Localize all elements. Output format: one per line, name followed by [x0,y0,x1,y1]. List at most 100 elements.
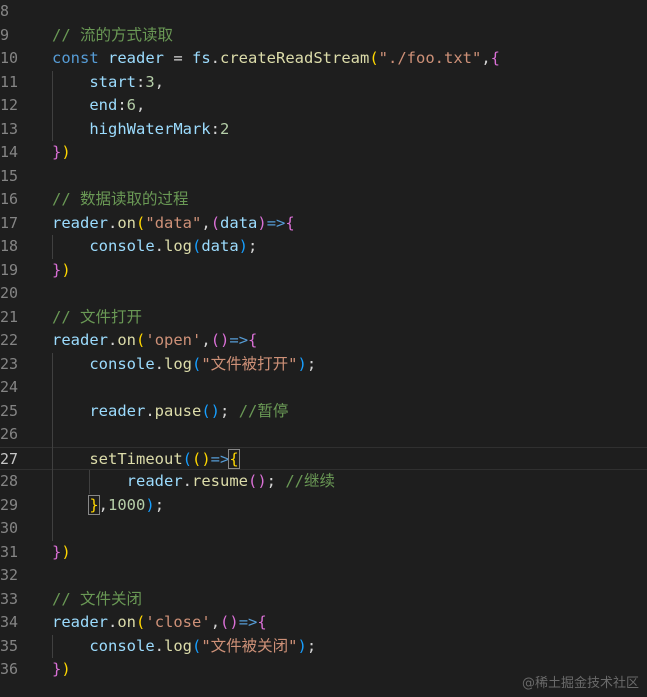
code-token: ; [266,472,286,490]
code-token: => [266,213,286,232]
code-content: }) [52,658,71,682]
code-line[interactable]: 28 reader.resume(); //继续 [0,470,647,494]
line-number: 21 [0,307,19,326]
code-token: . [154,354,164,373]
code-token: createReadStream [220,49,370,67]
code-line[interactable]: 13 highWaterMark:2 [0,118,647,142]
code-line[interactable]: 8 [0,0,647,24]
code-line[interactable]: 34 reader.on('close',()=>{ [0,611,647,635]
code-token: fs [192,49,211,67]
code-token: : [210,119,220,138]
code-line[interactable]: 18 console.log(data); [0,235,647,259]
code-token: , [98,495,109,514]
code-line[interactable]: 11 start:3, [0,71,647,95]
line-number: 8 [0,2,10,20]
code-token: = [164,49,192,67]
code-token: , [201,331,211,349]
code-line[interactable]: 32 [0,564,647,588]
code-content: console.log(data); [52,235,257,259]
code-token: 'close' [145,613,211,631]
code-token: 1000 [108,495,146,514]
code-token: ) [61,260,71,279]
code-token: "./foo.txt" [378,49,482,67]
code-token: 6 [126,96,137,114]
line-number: 25 [0,401,19,420]
code-content: // 文件关闭 [52,588,142,612]
code-token: "data" [145,213,202,232]
code-line[interactable]: 17 reader.on("data",(data)=>{ [0,212,647,236]
code-token: , [201,213,211,232]
code-content: reader.on("data",(data)=>{ [52,212,295,236]
code-token: ; [220,401,239,420]
code-token: => [210,449,230,468]
code-token: { [257,613,267,631]
code-line[interactable]: 16 // 数据读取的过程 [0,188,647,212]
code-line[interactable]: 22 reader.on('open',()=>{ [0,329,647,353]
code-token: 'open' [145,331,202,349]
code-token: const [52,49,108,67]
code-line[interactable]: 27 setTimeout(()=>{ [0,446,647,470]
code-token: { [490,49,501,67]
code-line[interactable]: 26 [0,423,647,447]
code-line[interactable]: 30 [0,517,647,541]
code-token: ; [306,354,317,373]
line-number: 33 [0,589,19,608]
code-editor[interactable]: 8 9 // 流的方式读取 10 const reader = fs.createRea… [0,0,647,697]
code-line[interactable]: 31}) [0,541,647,565]
code-line[interactable]: 14}) [0,141,647,165]
indent-guide [52,70,53,141]
code-content: start:3, [52,71,164,95]
indent-guide [52,352,53,541]
line-number: 28 [0,472,19,490]
line-number: 13 [0,119,19,138]
code-line[interactable]: 20 [0,282,647,306]
code-token: reader [52,613,108,631]
code-token: ( [136,613,146,631]
line-number: 17 [0,213,19,232]
code-line[interactable]: 9 // 流的方式读取 [0,24,647,48]
code-token: data [201,237,239,255]
line-number: 34 [0,613,19,631]
code-line[interactable]: 10 const reader = fs.createReadStream("./… [0,47,647,71]
code-token: ( [136,331,146,349]
code-line[interactable]: 15 [0,165,647,189]
code-content: }) [52,141,71,165]
code-line[interactable]: 12 end:6, [0,94,647,118]
code-content: end:6, [52,94,145,118]
code-line[interactable]: 23 console.log("文件被打开"); [0,353,647,377]
line-number: 32 [0,566,19,584]
code-token: . [145,401,155,420]
line-number: 9 [0,25,10,44]
code-token: //暂停 [238,401,289,420]
indent-guide [89,470,91,494]
code-token: } [52,260,62,279]
code-token: : [117,96,127,114]
code-token: pause [154,401,202,420]
code-token: reader [108,49,164,67]
code-content: reader.pause(); //暂停 [52,400,288,424]
code-token: () [210,331,230,349]
code-token: log [164,237,192,255]
line-number: 12 [0,96,19,114]
code-line[interactable]: 33 // 文件关闭 [0,588,647,612]
code-token: start [89,72,136,91]
code-token: . [108,213,118,232]
code-line[interactable]: 25 reader.pause(); //暂停 [0,400,647,424]
code-token: => [229,331,249,349]
code-line[interactable]: 35 console.log("文件被关闭"); [0,635,647,659]
code-content: const reader = fs.createReadStream("./fo… [52,47,500,71]
code-token: , [154,72,165,91]
code-line[interactable]: 21 // 文件打开 [0,306,647,330]
line-number: 29 [0,495,19,514]
code-line[interactable]: 24 [0,376,647,400]
code-line[interactable]: 19}) [0,259,647,283]
code-token: // 文件打开 [52,307,142,326]
line-number: 15 [0,166,19,185]
code-line[interactable]: 29 },1000); [0,494,647,518]
code-token: ( [369,49,379,67]
code-token: // 流的方式读取 [52,25,173,44]
code-token: ( [182,449,192,468]
